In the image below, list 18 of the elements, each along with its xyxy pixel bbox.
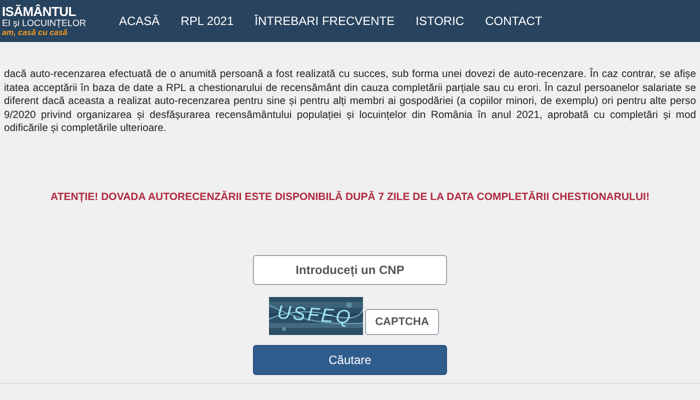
nav-link[interactable]: ACASĂ — [119, 14, 160, 28]
logo-subtitle: EI și LOCUINȚELOR — [2, 19, 88, 28]
nav-link[interactable]: ÎNTREBARI FRECVENTE — [254, 14, 395, 28]
paragraph-line: 9/2020 privind organizarea și desfășurarea recensământului populației și locuințelor din România în anul 2021, aprobată cu completări și mod — [4, 108, 696, 122]
nav-link[interactable]: ISTORIC — [416, 14, 464, 28]
paragraph-line: dacă auto-recenzarea efectuată de o anumită persoană a fost realizată cu succes, sub forma unei dovezi de auto-recenzare. În caz contrar, se afișe — [4, 68, 696, 82]
paragraph-line: itatea acceptării în baza de date a RPL a chestionarului de recensământ din cauza completării parțiale sau cu erori. În cazul persoanelor salariate se — [4, 82, 696, 95]
nav-link[interactable]: RPL 2021 — [180, 14, 234, 28]
paragraph-line: odificările și completările ulterioare. — [4, 122, 168, 136]
captcha-field[interactable]: CAPTCHA — [365, 308, 439, 334]
logo-tagline: am, casă cu casă — [2, 29, 68, 37]
captcha-image: USFEQ — [269, 296, 363, 334]
alert-message: ATENȚIE! DOVADA AUTORECENZĂRII ESTE DISPONIBILĂ DUPĂ 7 ZILE DE LA DATA COMPLETĂRII CHESTIONARULUI! — [50, 190, 650, 202]
paragraph-line: diferent dacă aceasta a realizat auto-recenzarea pentru sine și pentru alți membri ai gospodăriei (a copiilor minori, de exemplu) ori pentru alte perso — [4, 95, 696, 108]
nav-link[interactable]: CONTACT — [485, 14, 542, 28]
search-button[interactable]: Căutare — [253, 344, 447, 374]
logo-title: ISĂMÂNTUL — [2, 5, 77, 18]
cnp-field[interactable]: Introduceți un CNP — [253, 254, 447, 284]
